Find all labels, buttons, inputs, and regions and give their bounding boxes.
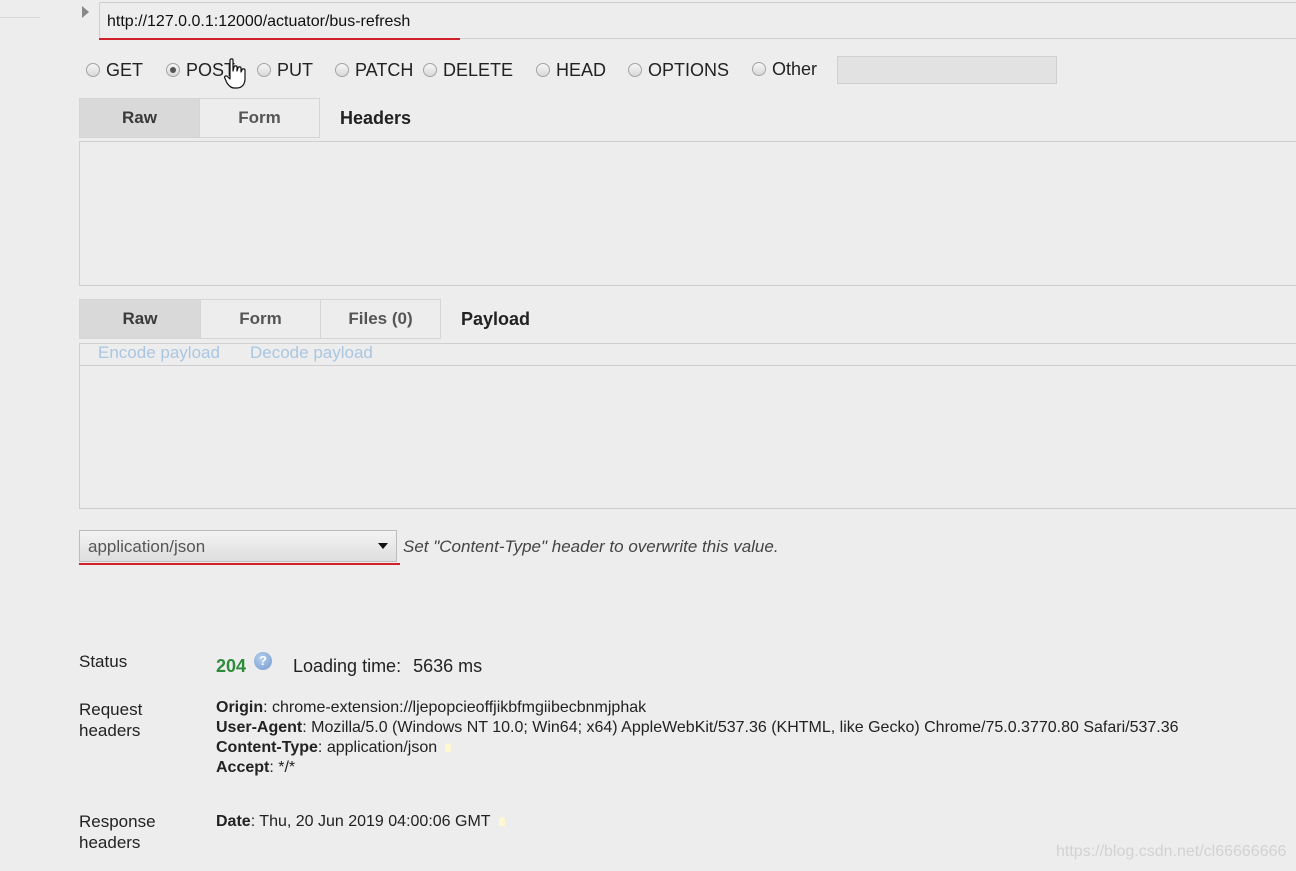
method-get[interactable]: GET <box>86 60 143 81</box>
status-label: Status <box>79 652 128 671</box>
request-header-row: Content-Type: application/json <box>216 739 452 757</box>
headers-tab-raw[interactable]: Raw <box>79 98 200 138</box>
header-name: Content-Type <box>216 739 318 756</box>
payload-tab-raw[interactable]: Raw <box>79 299 201 339</box>
radio-icon[interactable] <box>536 62 550 77</box>
loading-time: Loading time: 5636 ms <box>293 656 482 677</box>
content-type-select[interactable]: application/json <box>79 530 397 562</box>
request-header-row: Origin: chrome-extension://ljepopcieoffj… <box>216 699 646 717</box>
request-header-row: Accept: */* <box>216 759 295 777</box>
method-label: PUT <box>277 60 313 80</box>
content-type-value: application/json <box>88 537 206 556</box>
watermark: https://blog.csdn.net/cl66666666 <box>1056 843 1287 860</box>
method-label: HEAD <box>556 60 607 80</box>
radio-icon[interactable] <box>423 62 437 77</box>
method-label: Other <box>772 59 818 79</box>
payload-tab-form[interactable]: Form <box>200 299 321 339</box>
header-value: : Mozilla/5.0 (Windows NT 10.0; Win64; x… <box>302 719 1179 736</box>
radio-icon[interactable] <box>257 62 271 77</box>
decode-payload-link[interactable]: Decode payload <box>250 343 373 363</box>
encode-payload-link[interactable]: Encode payload <box>98 343 220 363</box>
status-code: 204 <box>216 656 247 676</box>
header-value: : chrome-extension://ljepopcieoffjikbfmg… <box>263 699 647 716</box>
header-name: Origin <box>216 699 264 716</box>
headers-textarea[interactable] <box>79 141 1296 286</box>
url-input[interactable] <box>99 2 1296 39</box>
header-name: Date <box>216 813 251 830</box>
dropdown-arrow-icon[interactable] <box>378 543 388 549</box>
method-patch[interactable]: PATCH <box>335 60 413 81</box>
method-label: PATCH <box>355 60 414 80</box>
radio-icon[interactable] <box>86 62 100 77</box>
method-delete[interactable]: DELETE <box>423 60 513 81</box>
radio-icon[interactable] <box>752 61 766 76</box>
response-headers-label-line1: Response <box>79 812 156 831</box>
payload-title: Payload <box>461 309 531 329</box>
method-head[interactable]: HEAD <box>536 60 606 81</box>
request-header-row: User-Agent: Mozilla/5.0 (Windows NT 10.0… <box>216 719 1179 737</box>
info-icon[interactable]: ? <box>254 652 272 670</box>
expand-arrow-icon[interactable] <box>82 6 89 18</box>
radio-checked-icon[interactable] <box>166 62 180 77</box>
top-divider <box>0 17 40 18</box>
payload-textarea[interactable] <box>79 365 1296 509</box>
loading-time-label: Loading time: <box>293 656 402 676</box>
headers-tab-form[interactable]: Form <box>199 98 320 138</box>
header-value: : */* <box>269 759 296 776</box>
content-type-annotation-underline <box>79 563 400 565</box>
headers-title: Headers <box>340 108 412 128</box>
other-method-input[interactable] <box>837 56 1057 84</box>
request-headers-label-line1: Request <box>79 700 143 719</box>
response-header-row: Date: Thu, 20 Jun 2019 04:00:06 GMT <box>216 813 505 831</box>
method-label: DELETE <box>443 60 514 80</box>
method-put[interactable]: PUT <box>257 60 313 81</box>
hand-cursor-icon <box>224 58 246 89</box>
hint-bulb-icon[interactable] <box>445 743 452 753</box>
request-headers-label-line2: headers <box>79 721 141 740</box>
method-label: OPTIONS <box>648 60 730 80</box>
header-name: User-Agent <box>216 719 303 736</box>
request-headers-label: Request headers <box>79 699 142 741</box>
header-value: : Thu, 20 Jun 2019 04:00:06 GMT <box>250 813 491 830</box>
method-label: GET <box>106 60 144 80</box>
payload-tab-files[interactable]: Files (0) <box>320 299 441 339</box>
response-headers-label: Response headers <box>79 811 156 853</box>
radio-icon[interactable] <box>628 62 642 77</box>
url-annotation-underline <box>99 38 460 40</box>
method-other[interactable]: Other <box>752 59 817 80</box>
response-headers-label-line2: headers <box>79 833 141 852</box>
header-value: : application/json <box>317 739 438 756</box>
header-name: Accept <box>216 759 270 776</box>
hint-bulb-icon[interactable] <box>498 817 505 827</box>
radio-icon[interactable] <box>335 62 349 77</box>
method-options[interactable]: OPTIONS <box>628 60 729 81</box>
loading-time-value: 5636 ms <box>413 656 483 676</box>
content-type-hint: Set "Content-Type" header to overwrite t… <box>403 537 779 556</box>
